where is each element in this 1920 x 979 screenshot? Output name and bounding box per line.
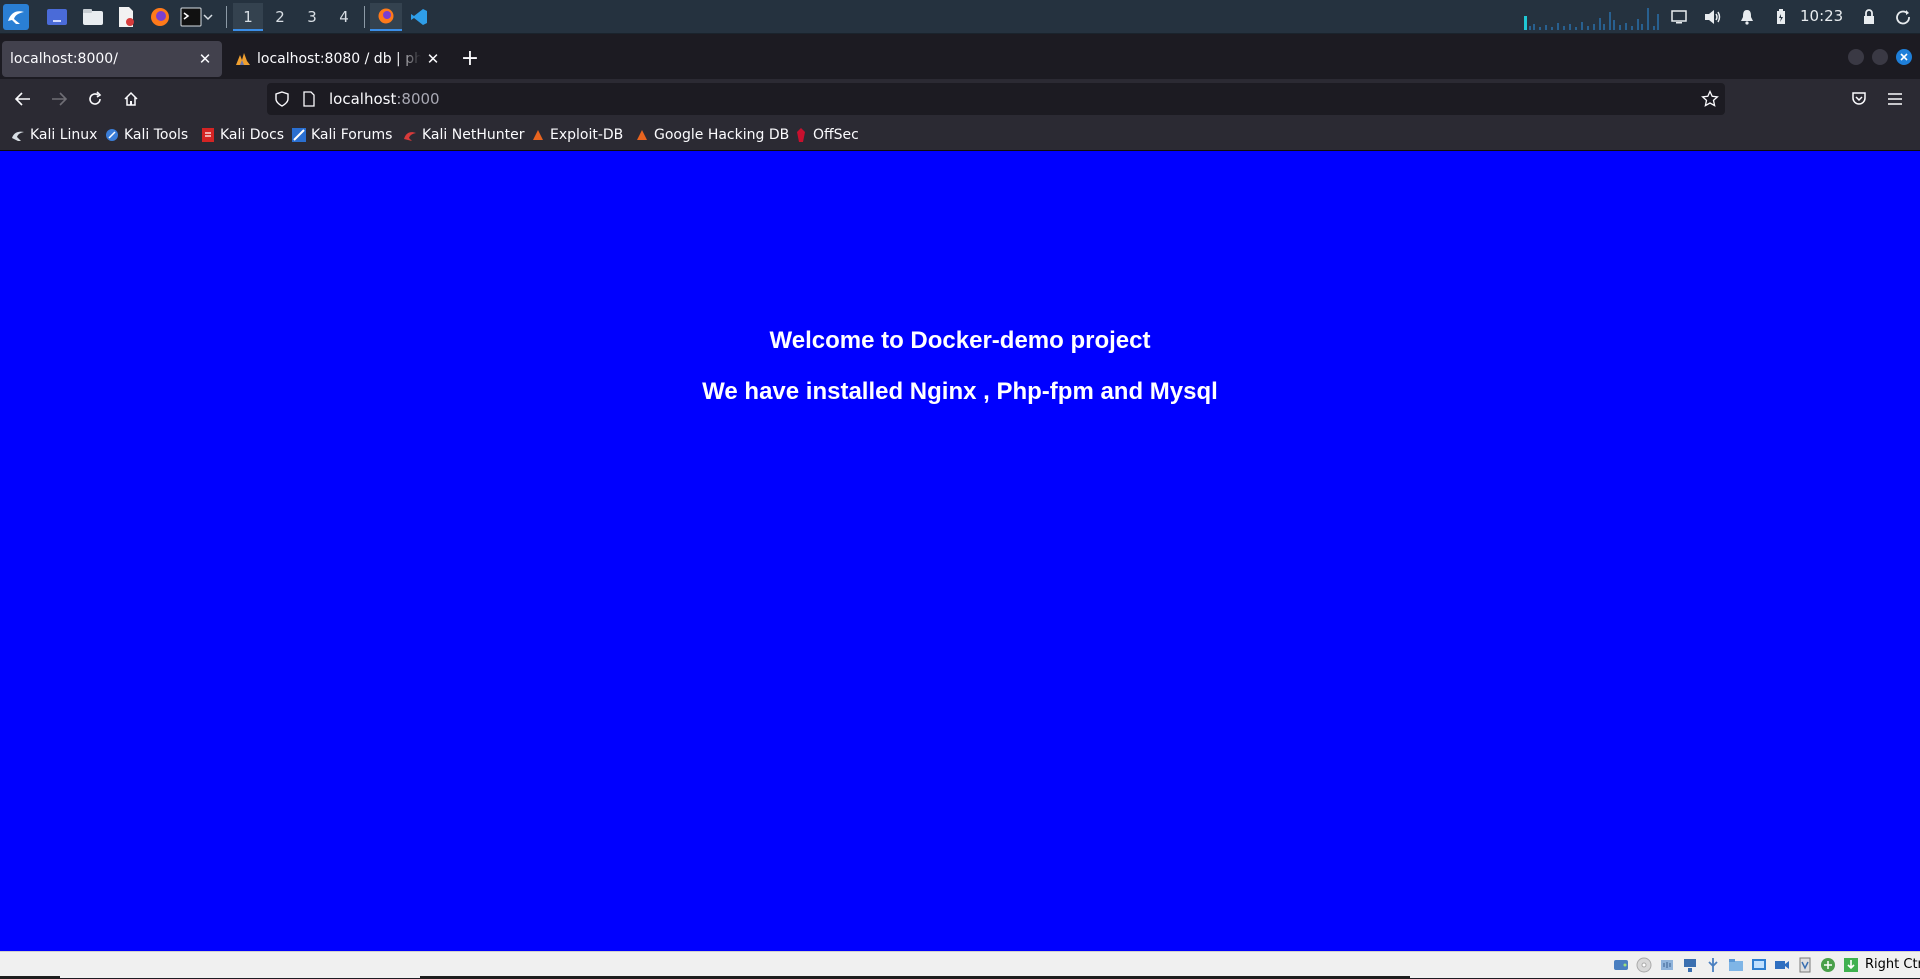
hamburger-menu-button[interactable]: [1880, 84, 1910, 114]
hard-disk-icon[interactable]: [1612, 956, 1630, 974]
maximize-window-button[interactable]: [1872, 49, 1888, 65]
cpu-graph-icon: [1524, 8, 1660, 30]
host-key-label[interactable]: Right Ctrl: [1865, 956, 1920, 974]
kali-docs-icon: [201, 128, 215, 142]
bookmark-star-icon[interactable]: [1701, 89, 1719, 112]
bookmark-label: Kali Forums: [311, 127, 393, 143]
forward-button[interactable]: [44, 84, 74, 114]
chevron-down-icon[interactable]: [201, 4, 215, 30]
installed-heading: We have installed Nginx , Php-fpm and My…: [702, 378, 1218, 405]
minimize-window-button[interactable]: [1848, 49, 1864, 65]
panel-separator: [364, 6, 365, 28]
text-editor-icon[interactable]: [113, 4, 139, 30]
bookmarks-toolbar: Kali Linux Kali Tools Kali Docs Kali For…: [0, 119, 1920, 151]
workspace-4[interactable]: 4: [329, 3, 359, 31]
tab-title: localhost:8000/: [10, 51, 118, 67]
tab-title: localhost:8080 / db | phpMyAdmin: [257, 51, 421, 67]
url-text[interactable]: localhost:8000: [329, 83, 440, 115]
url-port: :8000: [396, 90, 440, 108]
kali-forums-icon: [292, 128, 306, 142]
bookmark-exploit-db[interactable]: Exploit-DB: [531, 125, 623, 145]
back-button[interactable]: [8, 84, 38, 114]
new-tab-button[interactable]: +: [456, 45, 484, 73]
url-host: localhost: [329, 90, 397, 108]
battery-icon[interactable]: [1770, 0, 1792, 34]
reload-button[interactable]: [80, 84, 110, 114]
panel-separator: [226, 6, 227, 28]
bookmark-kali-forums[interactable]: Kali Forums: [292, 125, 392, 145]
home-button[interactable]: [116, 84, 146, 114]
page-content: Welcome to Docker-demo project We have i…: [0, 151, 1920, 951]
bookmark-kali-docs[interactable]: Kali Docs: [201, 125, 284, 145]
display-icon[interactable]: [1668, 0, 1690, 34]
workspace-3[interactable]: 3: [297, 3, 327, 31]
virtualization-icon[interactable]: [1796, 956, 1814, 974]
ghdb-icon: [635, 128, 649, 142]
bookmark-label: Kali NetHunter: [422, 127, 525, 143]
panel-clock[interactable]: 10:23: [1800, 0, 1843, 34]
bookmark-label: Exploit-DB: [550, 127, 624, 143]
notification-bell-icon[interactable]: [1736, 0, 1758, 34]
power-icon[interactable]: [1892, 0, 1914, 34]
bookmark-label: OffSec: [813, 127, 859, 143]
phpmyadmin-favicon-icon: [235, 52, 251, 66]
bookmark-label: Kali Docs: [220, 127, 285, 143]
volume-icon[interactable]: [1702, 0, 1724, 34]
workspace-1[interactable]: 1: [233, 3, 263, 31]
display-settings-icon[interactable]: [1750, 956, 1768, 974]
nethunter-icon: [403, 128, 417, 142]
kali-tools-icon: [105, 128, 119, 142]
usb-icon[interactable]: [1704, 956, 1722, 974]
top-panel: 1 2 3 4 10:23: [0, 0, 1920, 34]
tab-strip: localhost:8000/ ✕ localhost:8080 / db | …: [0, 35, 1920, 79]
tab-localhost-8000[interactable]: localhost:8000/ ✕: [2, 41, 222, 77]
bookmark-offsec[interactable]: OffSec: [794, 125, 859, 145]
bookmark-label: Google Hacking DB: [654, 127, 790, 143]
bookmark-kali-tools[interactable]: Kali Tools: [105, 125, 188, 145]
close-tab-icon[interactable]: ✕: [424, 50, 442, 68]
kali-menu-icon[interactable]: [3, 4, 29, 30]
bookmark-label: Kali Tools: [124, 127, 189, 143]
kali-dragon-icon: [11, 128, 25, 142]
exploit-db-icon: [531, 128, 545, 142]
firefox-task-button[interactable]: [370, 3, 402, 31]
close-window-button[interactable]: [1896, 49, 1912, 65]
file-manager-icon[interactable]: [80, 4, 106, 30]
navigation-toolbar: localhost:8000: [0, 79, 1920, 119]
bookmark-kali-linux[interactable]: Kali Linux: [11, 125, 97, 145]
pocket-button[interactable]: [1844, 84, 1874, 114]
url-bar[interactable]: localhost:8000: [267, 83, 1725, 115]
audio-icon[interactable]: [1658, 956, 1676, 974]
welcome-heading: Welcome to Docker-demo project: [769, 327, 1151, 354]
vscode-task-button[interactable]: [403, 3, 435, 31]
bookmark-kali-nethunter[interactable]: Kali NetHunter: [403, 125, 524, 145]
bookmark-google-hacking-db[interactable]: Google Hacking DB: [635, 125, 789, 145]
show-desktop-icon[interactable]: [44, 4, 70, 30]
tab-phpmyadmin[interactable]: localhost:8080 / db | phpMyAdmin ✕: [226, 41, 448, 77]
shield-icon[interactable]: [275, 91, 289, 111]
virtualbox-status-bar: Right Ctrl: [0, 951, 1920, 979]
lock-screen-icon[interactable]: [1858, 0, 1880, 34]
shared-folders-icon[interactable]: [1727, 956, 1745, 974]
close-tab-icon[interactable]: ✕: [196, 50, 214, 68]
guest-additions-icon[interactable]: [1819, 956, 1837, 974]
firefox-launcher-icon[interactable]: [147, 4, 173, 30]
bookmark-label: Kali Linux: [30, 127, 98, 143]
workspace-2[interactable]: 2: [265, 3, 295, 31]
page-icon[interactable]: [303, 91, 315, 111]
video-capture-icon[interactable]: [1773, 956, 1791, 974]
network-icon[interactable]: [1681, 956, 1699, 974]
mouse-integration-icon[interactable]: [1842, 956, 1860, 974]
offsec-icon: [794, 128, 808, 142]
optical-drive-icon[interactable]: [1635, 956, 1653, 974]
